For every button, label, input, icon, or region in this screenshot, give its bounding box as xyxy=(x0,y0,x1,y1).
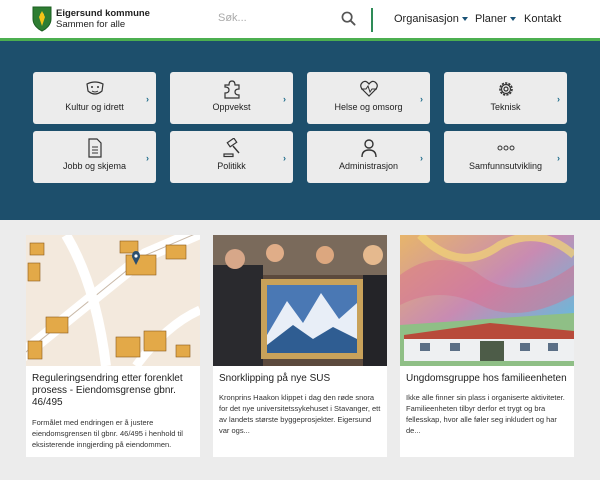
logo-text: Eigersund kommune Sammen for alle xyxy=(56,8,150,30)
nav-label: Organisasjon xyxy=(394,13,459,25)
chevron-right-icon: › xyxy=(557,94,560,104)
chevron-right-icon: › xyxy=(146,94,149,104)
person-icon xyxy=(360,139,377,158)
search-input[interactable] xyxy=(218,8,336,28)
document-icon xyxy=(87,138,102,158)
gear-icon xyxy=(498,82,513,96)
ribbon-cutting-photo xyxy=(213,235,387,366)
theater-masks-icon xyxy=(85,81,104,95)
tile-label: Administrasjon xyxy=(338,161,399,171)
card-text: Ikke alle finner sin plass i organiserte… xyxy=(406,393,565,435)
tile-politikk[interactable]: Politikk › xyxy=(170,131,293,183)
tile-label: Samfunnsutvikling xyxy=(468,161,543,171)
gavel-icon xyxy=(222,138,240,158)
tile-teknisk[interactable]: Teknisk › xyxy=(444,72,567,124)
chevron-right-icon: › xyxy=(283,153,286,163)
tile-jobb-og-skjema[interactable]: Jobb og skjema › xyxy=(33,131,156,183)
card-title: Reguleringsendring etter forenklet prose… xyxy=(32,373,183,408)
map-image xyxy=(26,235,200,366)
chevron-right-icon: › xyxy=(557,153,560,163)
nav-organisasjon[interactable]: Organisasjon xyxy=(394,13,468,25)
tile-kultur-og-idrett[interactable]: Kultur og idrett › xyxy=(33,72,156,124)
chevron-right-icon: › xyxy=(420,94,423,104)
search-icon xyxy=(341,11,356,26)
tile-samfunnsutvikling[interactable]: Samfunnsutvikling › xyxy=(444,131,567,183)
service-tiles-section: Kultur og idrett › Oppvekst › Helse og o… xyxy=(0,41,600,220)
chevron-down-icon xyxy=(461,17,468,21)
tile-label: Jobb og skjema xyxy=(62,161,127,171)
nav-label: Kontakt xyxy=(524,13,562,25)
tile-helse-og-omsorg[interactable]: Helse og omsorg › xyxy=(307,72,430,124)
card-text: Formålet med endringen er å justere eien… xyxy=(32,418,183,449)
tile-administrasjon[interactable]: Administrasjon › xyxy=(307,131,430,183)
tile-label: Helse og omsorg xyxy=(334,102,403,112)
chevron-down-icon xyxy=(509,17,516,21)
logo-tagline: Sammen for alle xyxy=(56,19,126,30)
puzzle-icon xyxy=(223,80,240,99)
news-card-snorklipping[interactable]: Snorklipping på nye SUS Kronprins Haakon… xyxy=(213,235,387,457)
tile-oppvekst[interactable]: Oppvekst › xyxy=(170,72,293,124)
chevron-right-icon: › xyxy=(146,153,149,163)
chevron-right-icon: › xyxy=(420,153,423,163)
dots-icon xyxy=(497,145,514,151)
nav-label: Planer xyxy=(475,13,507,25)
tile-label: Oppvekst xyxy=(212,102,251,112)
nav-planer[interactable]: Planer xyxy=(475,13,516,25)
card-text: Kronprins Haakon klippet i dag den røde … xyxy=(219,393,381,435)
news-card-reguleringsendring[interactable]: Reguleringsendring etter forenklet prose… xyxy=(26,235,200,457)
card-title: Snorklipping på nye SUS xyxy=(219,373,331,384)
header-divider xyxy=(371,8,373,32)
site-logo-link[interactable]: Eigersund kommune Sammen for alle xyxy=(32,6,150,32)
tile-label: Kultur og idrett xyxy=(65,102,124,112)
chevron-right-icon: › xyxy=(283,94,286,104)
tile-label: Politikk xyxy=(217,161,246,171)
news-card-ungdomsgruppe[interactable]: Ungdomsgruppe hos familieenheten Ikke al… xyxy=(400,235,574,457)
logo-name: Eigersund kommune xyxy=(56,8,150,19)
nav-kontakt[interactable]: Kontakt xyxy=(524,13,561,25)
painted-building-photo xyxy=(400,235,574,366)
tile-label: Teknisk xyxy=(490,102,521,112)
heart-pulse-icon xyxy=(359,80,378,97)
card-title: Ungdomsgruppe hos familieenheten xyxy=(406,373,567,384)
site-header: Eigersund kommune Sammen for alle Organi… xyxy=(0,0,600,40)
search-button[interactable] xyxy=(340,11,356,27)
coat-of-arms-icon xyxy=(32,6,52,32)
